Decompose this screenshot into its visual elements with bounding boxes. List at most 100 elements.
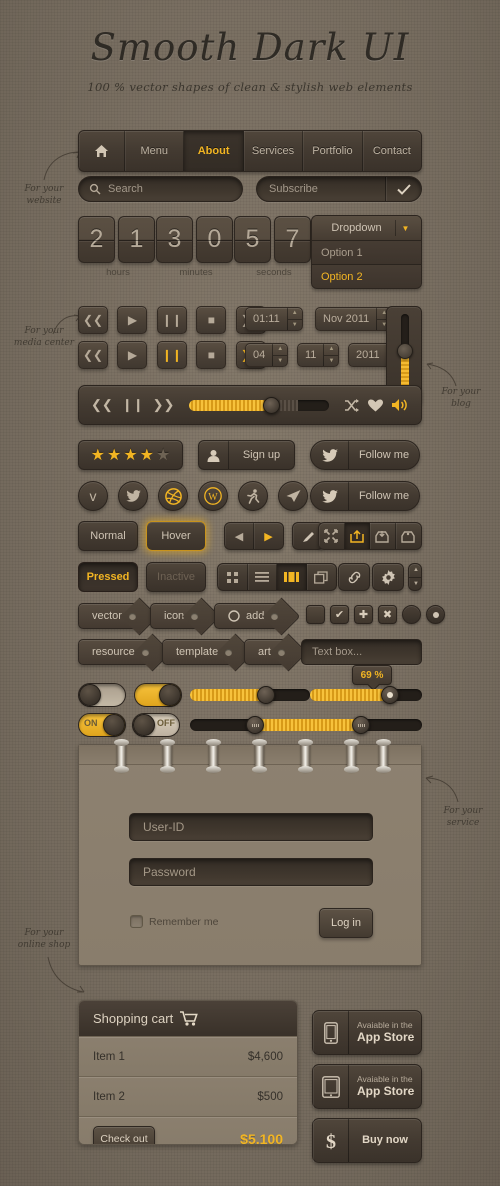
spinner-arrows[interactable]: ▲▼	[286, 308, 302, 330]
spinner-arrows[interactable]: ▲▼	[323, 344, 339, 366]
player-progress-knob[interactable]	[263, 396, 281, 414]
star-icon[interactable]: ★	[140, 445, 154, 465]
inbox-in-icon[interactable]	[370, 523, 396, 549]
toggle-off[interactable]	[78, 683, 126, 707]
toggle-knob[interactable]	[133, 714, 155, 736]
subscribe-submit-button[interactable]	[385, 177, 421, 201]
spinner-month-year[interactable]: Nov 2011 ▲ ▼	[315, 307, 393, 331]
play-icon[interactable]: ▶	[117, 341, 148, 369]
nav-item-menu[interactable]: Menu	[125, 131, 185, 171]
upload-icon[interactable]	[344, 523, 371, 549]
arrow-left-icon[interactable]: ◀	[225, 523, 255, 549]
slider-1[interactable]	[190, 686, 310, 704]
follow-button-1[interactable]: Follow me	[310, 440, 420, 470]
search-input[interactable]: Search	[78, 176, 243, 202]
remember-me-checkbox[interactable]	[130, 915, 143, 928]
userid-input[interactable]: User-ID	[129, 813, 373, 841]
checkbox-empty-icon[interactable]	[306, 605, 325, 624]
star-icon[interactable]: ★	[91, 445, 105, 465]
arrow-right-icon[interactable]: ▶	[254, 523, 283, 549]
arrow-segment-control[interactable]: ◀ ▶	[224, 522, 284, 550]
tag-icon[interactable]: icon	[150, 603, 203, 629]
chevron-down-icon[interactable]: ▼	[395, 220, 415, 236]
spinner-month[interactable]: 11 ▲ ▼	[297, 343, 340, 367]
app-store-badge-ipad[interactable]: Avaiable in the App Store	[312, 1064, 422, 1109]
nav-item-about[interactable]: About	[184, 131, 244, 171]
button-hover[interactable]: Hover	[146, 521, 206, 551]
nav-item-portfolio[interactable]: Portfolio	[303, 131, 363, 171]
twitter-icon[interactable]	[118, 481, 148, 511]
nav-item-services[interactable]: Services	[244, 131, 304, 171]
next-icon[interactable]: ❯❯	[153, 397, 175, 413]
password-input[interactable]: Password	[129, 858, 373, 886]
nav-home-button[interactable]	[79, 131, 125, 171]
plus-icon[interactable]: ✚	[354, 605, 373, 624]
heart-icon[interactable]	[368, 399, 383, 412]
nav-item-contact[interactable]: Contact	[363, 131, 421, 171]
tag-vector[interactable]: vector	[78, 603, 140, 629]
wordpress-icon[interactable]: W	[198, 481, 228, 511]
gallery-view-icon[interactable]	[277, 564, 307, 590]
window-view-icon[interactable]	[307, 564, 336, 590]
main-navigation[interactable]: Menu About Services Portfolio Contact	[78, 130, 422, 172]
star-icon[interactable]: ★	[107, 445, 121, 465]
spinner-arrows[interactable]: ▲▼	[272, 344, 288, 366]
volume-icon[interactable]	[392, 398, 409, 412]
spinner-time[interactable]: 01:11 ▲ ▼	[245, 307, 303, 331]
tag-resource[interactable]: resource	[78, 639, 153, 665]
button-normal[interactable]: Normal	[78, 521, 138, 551]
link-icon[interactable]	[339, 564, 369, 590]
text-box-input[interactable]: Text box...	[301, 639, 422, 665]
slider-1-knob[interactable]	[257, 686, 276, 704]
close-icon[interactable]: ✖	[378, 605, 397, 624]
range-slider-knob-low[interactable]	[245, 716, 264, 734]
pause-icon-active[interactable]: ❙❙	[156, 341, 187, 369]
tag-template[interactable]: template	[162, 639, 237, 665]
app-store-badge-iphone[interactable]: Avaiable in the App Store	[312, 1010, 422, 1055]
spinner-day[interactable]: 04 ▲ ▼	[245, 343, 289, 367]
toggle-on[interactable]	[134, 683, 182, 707]
list-view-icon[interactable]	[248, 564, 277, 590]
radio-selected-icon[interactable]	[426, 605, 445, 624]
gear-button[interactable]	[372, 563, 404, 591]
stop-icon[interactable]: ■	[196, 306, 227, 334]
star-icon[interactable]: ★	[123, 445, 137, 465]
vimeo-icon[interactable]: v	[78, 481, 108, 511]
checkout-button[interactable]: Check out	[93, 1126, 155, 1144]
vertical-slider-knob[interactable]	[397, 343, 413, 359]
send-icon[interactable]	[278, 481, 308, 511]
toggle-off-labeled[interactable]: OFF	[132, 713, 180, 737]
inbox-out-icon[interactable]	[396, 523, 421, 549]
range-slider[interactable]	[190, 716, 422, 734]
slider-2-knob[interactable]	[380, 686, 399, 704]
mini-stepper[interactable]: ▲ ▼	[408, 563, 422, 591]
signup-button[interactable]: Sign up	[198, 440, 295, 470]
gear-icon[interactable]	[373, 564, 403, 590]
range-slider-knob-high[interactable]	[352, 716, 371, 734]
prev-icon[interactable]: ❮❮	[91, 397, 113, 413]
view-segment-control[interactable]	[217, 563, 337, 591]
runner-icon[interactable]	[238, 481, 268, 511]
dropdown-header[interactable]: Dropdown ▼	[312, 216, 421, 240]
media-player[interactable]: ❮❮ ❙❙ ❯❯	[78, 385, 422, 425]
pause-icon[interactable]: ❙❙	[156, 306, 187, 334]
buy-now-button[interactable]: $ Buy now	[312, 1118, 422, 1163]
slider-2[interactable]	[310, 686, 422, 704]
toggle-knob[interactable]	[79, 684, 101, 706]
dribbble-icon[interactable]	[158, 481, 188, 511]
pause-icon[interactable]: ❙❙	[122, 397, 144, 413]
link-button[interactable]	[338, 563, 370, 591]
dropdown-option-1[interactable]: Option 1	[312, 240, 421, 264]
toggle-knob[interactable]	[159, 684, 181, 706]
collapse-icon[interactable]	[319, 523, 345, 549]
stepper-up-icon[interactable]: ▲	[409, 564, 421, 578]
dropdown-option-2[interactable]: Option 2	[312, 264, 421, 288]
login-button[interactable]: Log in	[319, 908, 373, 938]
follow-button-2[interactable]: Follow me	[310, 481, 420, 511]
toggle-on-labeled[interactable]: ON	[78, 713, 126, 737]
checkbox-checked-icon[interactable]: ✔	[330, 605, 349, 624]
star-rating[interactable]: ★ ★ ★ ★ ★	[78, 440, 183, 470]
tag-add[interactable]: add	[214, 603, 283, 629]
grid-view-icon[interactable]	[218, 564, 248, 590]
subscribe-field[interactable]: Subscribe	[256, 176, 422, 202]
